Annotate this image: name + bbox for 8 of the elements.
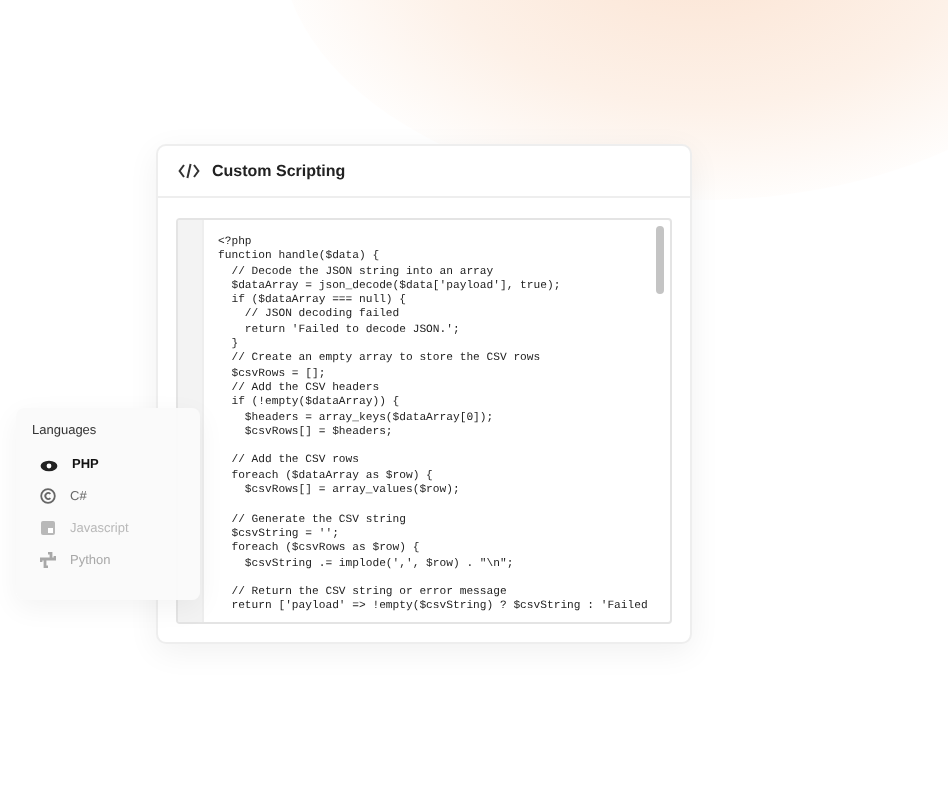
- square-icon: [40, 520, 56, 536]
- eye-icon: [40, 459, 58, 471]
- python-icon: [40, 552, 56, 568]
- code-editor[interactable]: [176, 218, 672, 624]
- c-circle-icon: [40, 488, 56, 504]
- editor-title: Custom Scripting: [212, 162, 346, 180]
- code-icon: [178, 162, 200, 180]
- scrollbar-thumb[interactable]: [656, 226, 664, 294]
